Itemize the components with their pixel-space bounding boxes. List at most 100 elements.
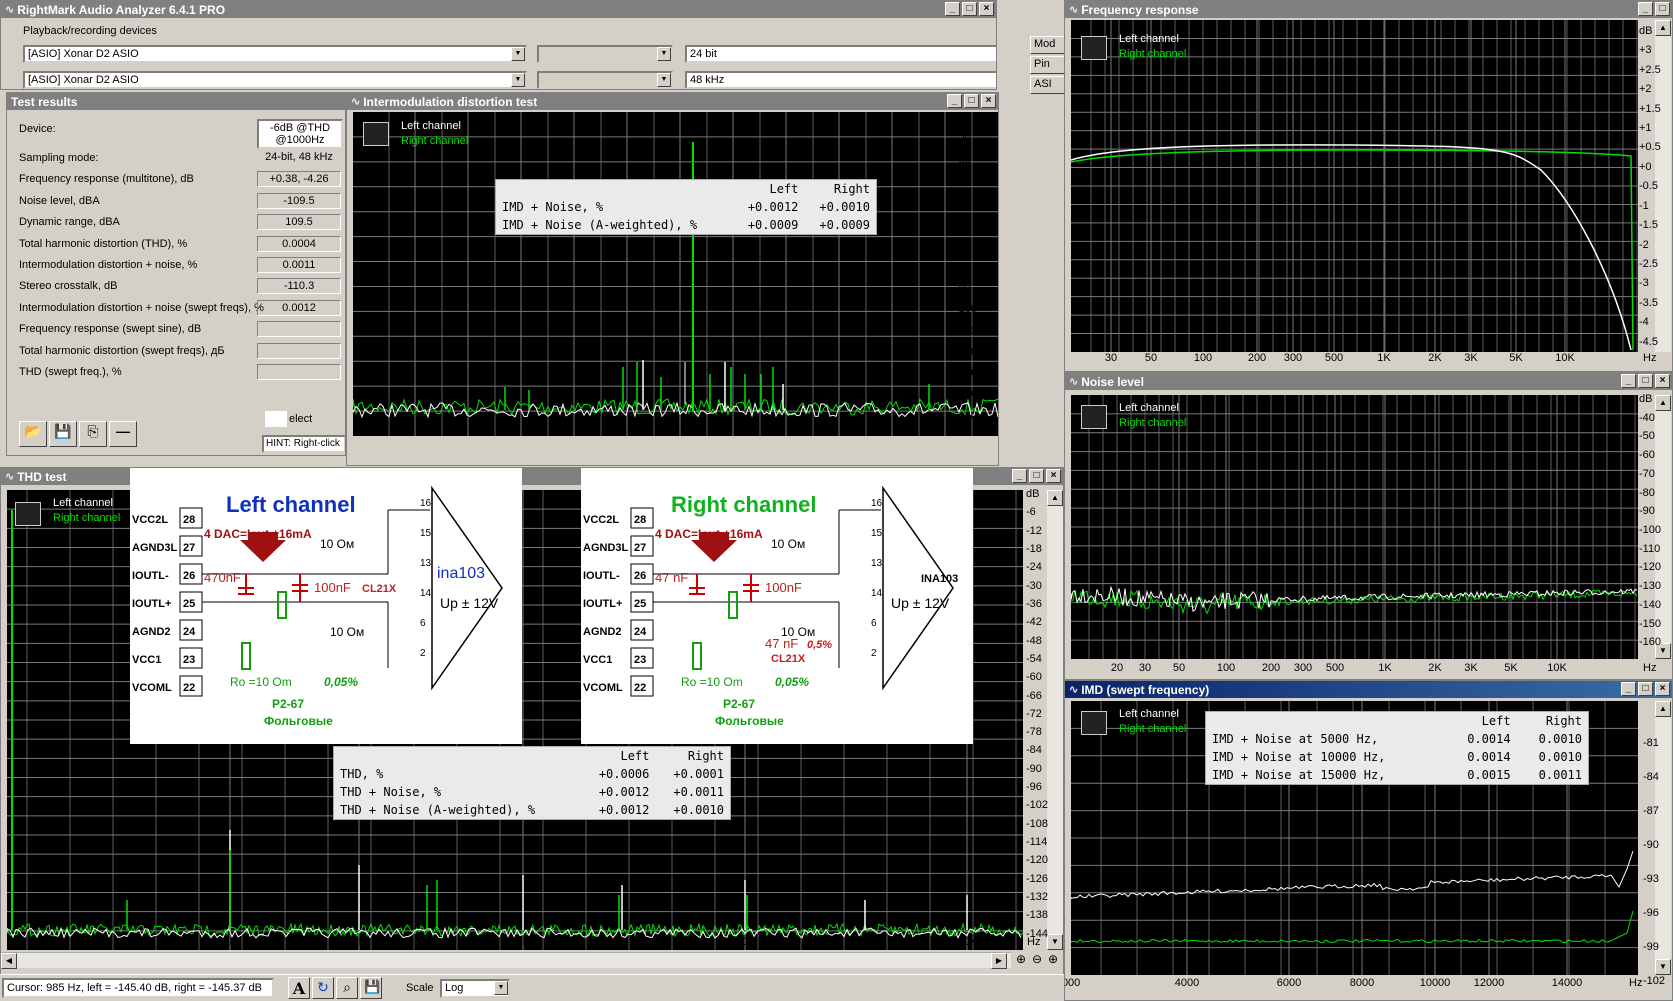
minimize-button[interactable]: _ <box>945 2 960 16</box>
recording-device-select[interactable]: [ASIO] Xonar D2 ASIO ▼ <box>23 71 527 89</box>
close-button[interactable]: × <box>979 2 994 16</box>
remove-button[interactable]: — <box>109 421 137 447</box>
zoom-fit-icon[interactable]: ⊕ <box>1045 952 1061 968</box>
result-value: 24-bit, 48 kHz <box>265 151 333 163</box>
y-tick-label: -70 <box>955 239 971 252</box>
table-cell: +0.0010 <box>819 200 870 214</box>
table-row: IMD + Noise (A-weighted), % +0.0009 +0.000… <box>496 216 876 234</box>
close-button[interactable]: × <box>1655 682 1670 696</box>
imd-plot[interactable]: Left channel Right channel <box>353 112 998 436</box>
y-tick-label: -84 <box>1643 771 1659 783</box>
scroll-up-button[interactable]: ▲ <box>1655 395 1671 411</box>
minimize-button[interactable]: _ <box>1621 374 1636 388</box>
pin-number: 26 <box>634 570 646 582</box>
playback-channel-select[interactable]: ▼ <box>537 45 673 63</box>
maximize-button[interactable]: □ <box>1638 374 1653 388</box>
y-tick-label: -1.5 <box>1639 219 1658 232</box>
resistor <box>241 642 251 670</box>
scroll-down-button[interactable]: ▼ <box>1047 934 1063 950</box>
pin-button[interactable]: Pin <box>1030 56 1066 74</box>
open-button[interactable]: 📂 <box>19 421 47 447</box>
close-button[interactable]: × <box>1655 374 1670 388</box>
close-button[interactable]: × <box>981 94 996 108</box>
y-tick-label: -40 <box>955 175 971 188</box>
zoom-out-icon[interactable]: ⊖ <box>1029 952 1045 968</box>
pin-number: 22 <box>634 682 646 694</box>
result-label: Frequency response (multitone), dB <box>19 173 194 186</box>
legend-right: Right channel <box>1119 48 1187 60</box>
minimize-button[interactable]: _ <box>947 94 962 108</box>
schematic-title: Left channel <box>226 492 356 517</box>
noise-plot[interactable]: Left channel Right channel <box>1071 395 1638 659</box>
table-cell: +0.0012 <box>598 785 650 799</box>
maximize-button[interactable]: □ <box>1638 682 1653 696</box>
legend-right: Right channel <box>1119 723 1187 735</box>
playback-device-select[interactable]: [ASIO] Xonar D2 ASIO ▼ <box>23 45 527 63</box>
table-row: IMD + Noise at 5000 Hz, 0.0014 0.0010 <box>1206 730 1588 748</box>
graph-icon[interactable] <box>15 502 41 526</box>
dac-label: 4 DAC=Iout ±16mA <box>204 527 312 541</box>
magnifier-icon: ⌕ <box>343 979 351 995</box>
pin-number: 25 <box>634 598 646 610</box>
maximize-button[interactable]: □ <box>964 94 979 108</box>
schematic-right-drawing: Right channel28VCC2L27AGND3L26IOUTL-25IO… <box>583 485 958 728</box>
table-cell: +0.0009 <box>819 218 870 232</box>
refresh-button[interactable]: ↻ <box>312 977 334 999</box>
y-tick-label: -126 <box>1026 872 1049 885</box>
zoom-button[interactable]: ⌕ <box>336 977 358 999</box>
bit-depth-select[interactable]: 24 bit▼ <box>685 45 996 63</box>
tol-label: 0,05% <box>775 675 809 689</box>
y-tick-label: -138 <box>1026 909 1049 922</box>
graph-icon[interactable] <box>1081 711 1107 735</box>
freq-legend: Left channel Right channel <box>1119 32 1186 62</box>
scroll-left-button[interactable]: ◀ <box>1 953 17 969</box>
maximize-button[interactable]: □ <box>1655 2 1670 16</box>
graph-icon[interactable] <box>1081 36 1107 60</box>
zoom-in-icon[interactable]: ⊕ <box>1013 952 1029 968</box>
minimize-button[interactable]: _ <box>1621 682 1636 696</box>
asio-button[interactable]: ASI <box>1030 76 1066 94</box>
x-tick-label: 10K <box>735 936 755 948</box>
table-cell: 0.0011 <box>1538 768 1582 782</box>
graph-icon[interactable] <box>363 122 389 146</box>
scroll-right-button[interactable]: ▶ <box>991 953 1007 969</box>
select-checkbox[interactable] <box>265 411 287 427</box>
scroll-up-button[interactable]: ▲ <box>1655 701 1671 717</box>
save-button[interactable]: 💾 <box>49 421 77 447</box>
y-tick-label: -24 <box>1026 561 1042 574</box>
scroll-down-button[interactable]: ▼ <box>1655 959 1671 975</box>
supply-label: Up ± 12V <box>891 595 950 611</box>
y-tick-label: +2.5 <box>1639 63 1661 76</box>
maximize-button[interactable]: □ <box>962 2 977 16</box>
save-graph-button[interactable]: 💾 <box>360 977 382 999</box>
y-tick-label: -90 <box>955 282 971 294</box>
minimize-button[interactable]: _ <box>1012 469 1027 483</box>
x-tick-label: 7300 <box>826 423 852 435</box>
copy-button[interactable]: ⎘ <box>79 421 107 447</box>
minimize-button[interactable]: _ <box>1638 2 1653 16</box>
copy-icon: ⎘ <box>87 423 99 439</box>
thd-hscrollbar[interactable]: ◀ ▶ <box>1 952 1011 969</box>
close-button[interactable]: × <box>1046 469 1061 483</box>
mode-button[interactable]: Mod <box>1030 36 1066 54</box>
thd-scrollbar[interactable]: ▲ ▼ <box>1047 490 1063 950</box>
graph-icon[interactable] <box>1081 405 1107 429</box>
y-tick-label: -60 <box>1026 671 1042 684</box>
font-button[interactable]: A <box>288 977 310 999</box>
scroll-up-button[interactable]: ▲ <box>1047 490 1063 506</box>
res-type-label: P2-67 <box>723 697 755 711</box>
y-tick-label: -2 <box>1639 238 1649 251</box>
x-unit-label: Hz <box>1629 977 1643 989</box>
maximize-button[interactable]: □ <box>1029 469 1044 483</box>
scroll-up-button[interactable]: ▲ <box>1655 20 1671 36</box>
main-window: ∿ RightMark Audio Analyzer 6.4.1 PRO _ □… <box>0 0 997 90</box>
thd-result-table: Left Right THD, % +0.0006 +0.0001 THD + Noise… <box>333 746 731 820</box>
test-results-titlebar: Test results <box>7 93 345 110</box>
freq-plot[interactable]: Left channel Right channel <box>1071 20 1638 352</box>
y-tick-label: +2 <box>1639 83 1652 96</box>
sample-rate-select[interactable]: 48 kHz▼ <box>685 71 996 89</box>
scale-select[interactable]: Log ▼ <box>440 979 510 998</box>
y-tick-label: -108 <box>1026 817 1049 830</box>
recording-channel-select[interactable]: ▼ <box>537 71 673 89</box>
imd-swept-left-curve <box>1071 850 1634 900</box>
